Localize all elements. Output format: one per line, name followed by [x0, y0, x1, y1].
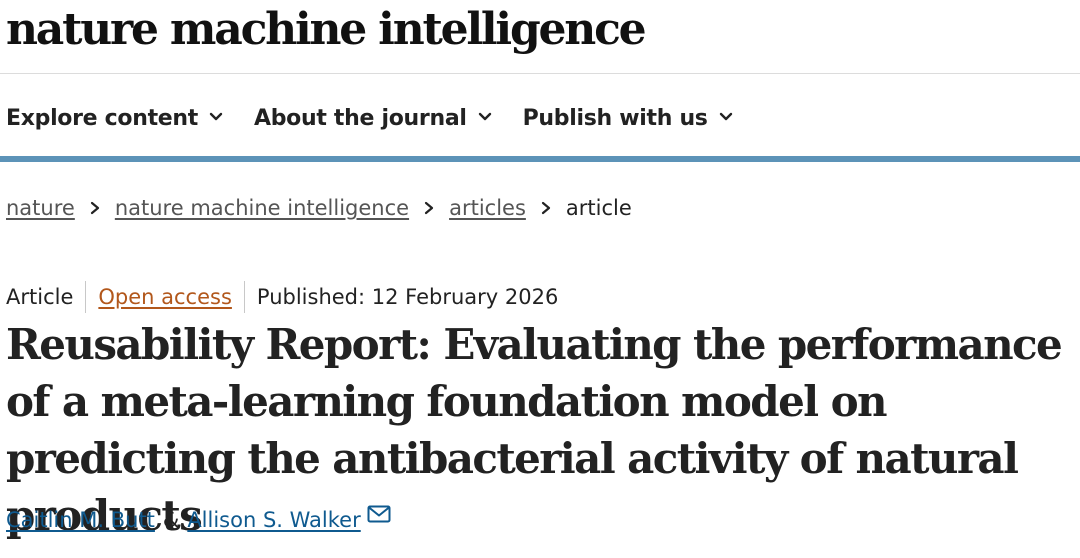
- mail-icon[interactable]: [367, 505, 391, 523]
- author-separator: &: [162, 508, 180, 532]
- journal-logo[interactable]: nature machine intelligence: [6, 2, 647, 58]
- breadcrumb: nature nature machine intelligence artic…: [6, 196, 632, 220]
- breadcrumb-link-nature[interactable]: nature: [6, 196, 75, 220]
- published-date: Published: 12 February 2026: [256, 285, 559, 309]
- breadcrumb-link-journal[interactable]: nature machine intelligence: [115, 196, 409, 220]
- author-link[interactable]: Allison S. Walker: [187, 508, 360, 532]
- open-access-link[interactable]: Open access: [98, 285, 232, 309]
- article-meta: Article Open access Published: 12 Februa…: [6, 281, 559, 313]
- chevron-down-icon: [209, 112, 223, 121]
- nav-about-the-journal[interactable]: About the journal: [254, 106, 493, 131]
- primary-nav: Explore content About the journal Publis…: [6, 98, 764, 138]
- chevron-right-icon: [90, 201, 99, 215]
- chevron-right-icon: [424, 201, 434, 215]
- nav-item-label: About the journal: [254, 105, 467, 131]
- nav-explore-content[interactable]: Explore content: [6, 106, 224, 131]
- nav-publish-with-us[interactable]: Publish with us: [523, 106, 734, 131]
- meta-divider: [243, 281, 245, 313]
- chevron-down-icon: [478, 112, 491, 121]
- author-link[interactable]: Caitlin M. Butt: [6, 508, 155, 532]
- author-list: Caitlin M. Butt & Allison S. Walker: [6, 505, 391, 532]
- meta-divider: [85, 281, 87, 313]
- breadcrumb-link-articles[interactable]: articles: [449, 196, 526, 220]
- chevron-right-icon: [541, 201, 550, 215]
- nav-accent-bar: [0, 156, 1080, 162]
- breadcrumb-current: article: [565, 196, 632, 220]
- article-type: Article: [6, 285, 74, 309]
- header-divider: [0, 73, 1080, 74]
- nav-item-label: Publish with us: [522, 105, 708, 131]
- nav-item-label: Explore content: [6, 105, 198, 131]
- chevron-down-icon: [719, 112, 732, 121]
